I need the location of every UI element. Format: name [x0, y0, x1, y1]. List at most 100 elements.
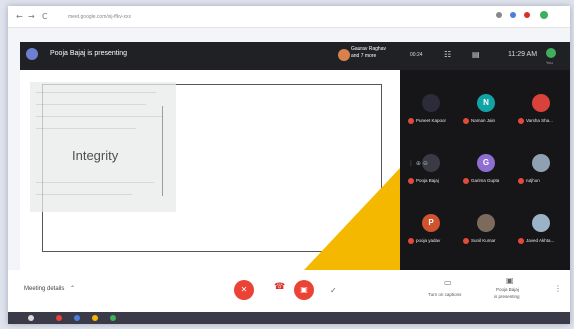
- check-icon[interactable]: ✓: [330, 286, 337, 295]
- chevron-up-icon: ⌃: [70, 285, 76, 292]
- participant-name-row: Garima Gupta: [463, 178, 513, 184]
- chat-icon[interactable]: ▤: [472, 50, 480, 59]
- slide-ghost-overlay: [30, 82, 176, 212]
- participant-name: Javed Akhta...: [526, 238, 555, 244]
- tile-hover-controls[interactable]: ⋮ ⊕ ⊖: [408, 160, 428, 167]
- participants-summary[interactable]: Gaurav Raghav and 7 more: [351, 46, 386, 60]
- participant-tile[interactable]: Ppooja yadav: [404, 200, 458, 256]
- participant-avatar: G: [477, 154, 495, 172]
- browser-toolbar: ← → C meet.google.com/xij-ffkv-xxx: [8, 6, 570, 28]
- participant-name: Sunil Kumar: [471, 238, 496, 244]
- ghost-line: [36, 128, 136, 129]
- participant-tile[interactable]: Sunil Kumar: [459, 200, 513, 256]
- address-bar[interactable]: meet.google.com/xij-ffkv-xxx: [62, 11, 482, 23]
- ghost-line: [36, 92, 156, 93]
- clock: 11:29 AM: [508, 51, 538, 58]
- os-taskbar: [8, 312, 570, 324]
- participant-name-row: Javed Akhta...: [518, 238, 568, 244]
- ghost-divider: [162, 106, 163, 196]
- presenting-label: is presenting: [494, 294, 520, 299]
- people-icon[interactable]: ☷: [444, 50, 451, 59]
- windows-icon[interactable]: [28, 315, 34, 321]
- reload-icon[interactable]: C: [42, 12, 48, 21]
- meeting-details-label: Meeting details: [24, 286, 65, 292]
- participant-name-row: Sunil Kumar: [463, 238, 513, 244]
- participant-avatar: [532, 94, 550, 112]
- presenter-banner-text: Pooja Bajaj is presenting: [50, 50, 128, 57]
- taskbar-app-icon[interactable]: [74, 315, 80, 321]
- mic-muted-icon: [463, 238, 469, 244]
- participant-name: Naman Jain: [471, 118, 496, 124]
- participant-name-row: pooja yadav: [408, 238, 458, 244]
- call-controls-bar: Meeting details ⌃ ✕ ☎ ▣ ✓ ▭ Turn on capt…: [8, 270, 570, 312]
- participant-name-row: Naman Jain: [463, 118, 513, 124]
- self-avatar: [546, 48, 556, 58]
- participant-name-row: Pooja Bajaj: [408, 178, 458, 184]
- participant-name: Puneet Kapoor: [416, 118, 447, 124]
- camera-off-button[interactable]: ▣: [294, 280, 314, 300]
- mic-off-button[interactable]: ✕: [234, 280, 254, 300]
- extension-icon[interactable]: [496, 12, 502, 18]
- mic-muted-icon: [518, 178, 524, 184]
- participant-name: Pooja Bajaj: [416, 178, 439, 184]
- forward-icon[interactable]: →: [28, 12, 35, 21]
- mic-off-icon: ✕: [240, 285, 248, 294]
- elapsed-time: 00:24: [410, 52, 423, 58]
- screen-frame: ← → C meet.google.com/xij-ffkv-xxx Pooja…: [8, 6, 570, 324]
- presenting-name: Pooja Bajaj: [496, 287, 519, 292]
- participant-tile[interactable]: rutjhun: [514, 140, 568, 196]
- participant-tile[interactable]: N Naman Jain: [459, 80, 513, 136]
- participant-avatar: [532, 214, 550, 232]
- taskbar-app-icon[interactable]: [92, 315, 98, 321]
- presenting-icon[interactable]: ▣: [506, 276, 514, 285]
- hang-up-button[interactable]: ☎: [274, 282, 285, 292]
- mic-muted-icon: [408, 118, 414, 124]
- participant-count: and 7 more: [350, 53, 377, 59]
- mic-muted-icon: [463, 178, 469, 184]
- presenter-banner: Pooja Bajaj is presenting Gaurav Raghav …: [20, 42, 400, 70]
- participant-avatar: P: [422, 214, 440, 232]
- taskbar-app-icon[interactable]: [56, 315, 62, 321]
- presenter-avatar: [26, 48, 38, 60]
- meeting-details-button[interactable]: Meeting details ⌃: [24, 285, 75, 292]
- participant-tile[interactable]: Puneet Kapoor: [404, 80, 458, 136]
- self-label: You: [546, 60, 553, 65]
- participant-avatar: N: [477, 94, 495, 112]
- captions-icon[interactable]: ▭: [444, 278, 452, 287]
- captions-label[interactable]: Turn on captions: [428, 292, 461, 297]
- meeting-info-bar: 00:24 ☷ ▤ 11:29 AM You: [400, 42, 570, 70]
- ghost-line: [36, 116, 162, 117]
- participant-name: Varsha Sha...: [526, 118, 553, 124]
- participant-name: rutjhun: [526, 178, 540, 184]
- participant-tile[interactable]: G Garima Gupta: [459, 140, 513, 196]
- mic-muted-icon: [518, 238, 524, 244]
- participant-avatar: [477, 214, 495, 232]
- participant-name-row: Puneet Kapoor: [408, 118, 458, 124]
- participant-tile[interactable]: Varsha Sha...: [514, 80, 568, 136]
- participant-name: Gaurav Raghav: [350, 46, 386, 52]
- slide-title: Integrity: [72, 148, 119, 163]
- mic-muted-icon: [518, 118, 524, 124]
- extension-icon[interactable]: [510, 12, 516, 18]
- participant-avatar: [338, 49, 350, 61]
- camera-off-icon: ▣: [300, 285, 308, 294]
- participant-name-row: rutjhun: [518, 178, 568, 184]
- mic-muted-icon: [463, 118, 469, 124]
- profile-avatar[interactable]: [540, 11, 548, 19]
- participant-name: Garima Gupta: [471, 178, 500, 184]
- taskbar-app-icon[interactable]: [110, 315, 116, 321]
- participant-tile[interactable]: Javed Akhta...: [514, 200, 568, 256]
- participant-name-row: Varsha Sha...: [518, 118, 568, 124]
- participant-tile[interactable]: Pooja Bajaj ⋮ ⊕ ⊖: [404, 140, 458, 196]
- participant-avatar: [422, 94, 440, 112]
- phone-hangup-icon: ☎: [274, 282, 286, 292]
- back-icon[interactable]: ←: [16, 12, 23, 21]
- ghost-line: [36, 182, 154, 183]
- ghost-line: [36, 194, 132, 195]
- extension-icon[interactable]: [524, 12, 530, 18]
- mic-muted-icon: [408, 178, 414, 184]
- mic-muted-icon: [408, 238, 414, 244]
- presentation-stage: Integrity: [20, 70, 400, 270]
- participant-grid: 00:24 ☷ ▤ 11:29 AM You Puneet Kapoor N Nam…: [400, 42, 570, 270]
- more-options-icon[interactable]: ⋮: [554, 284, 562, 293]
